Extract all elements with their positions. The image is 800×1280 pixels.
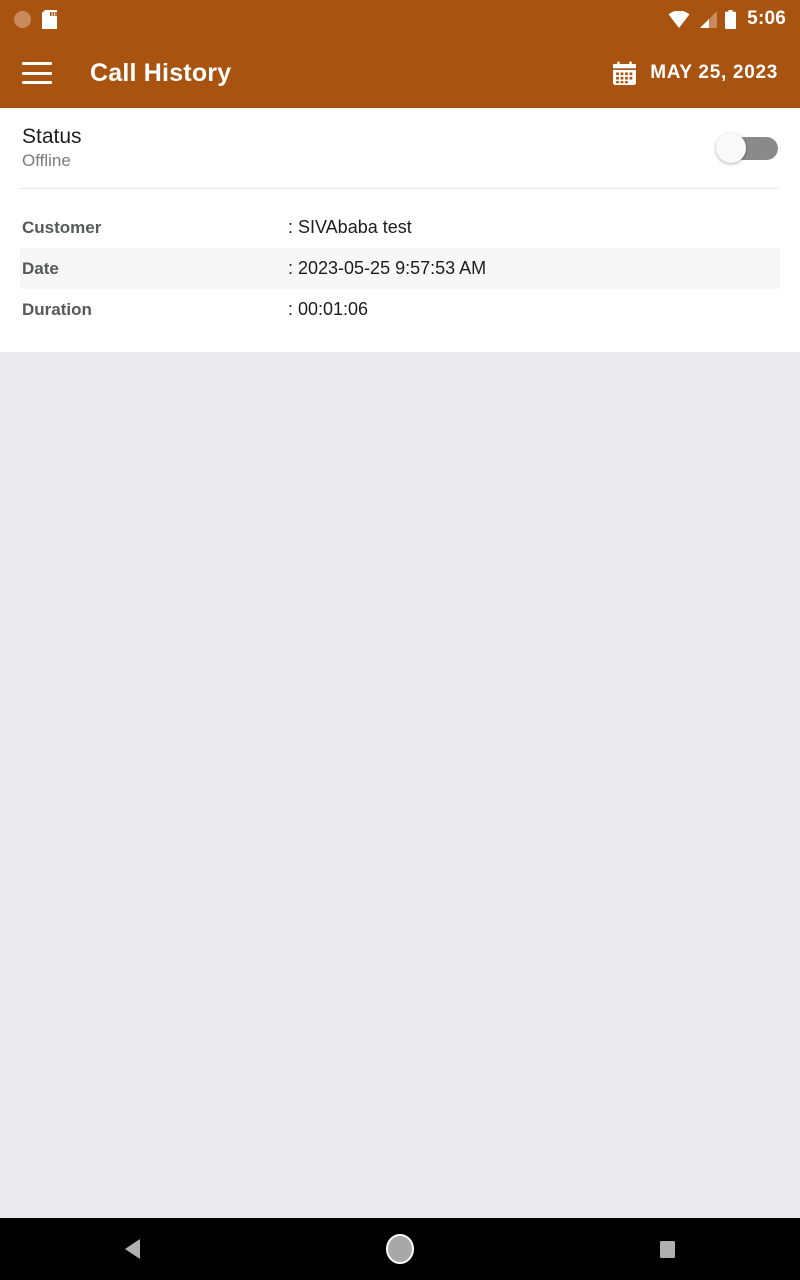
table-row: Date : 2023-05-25 9:57:53 AM — [20, 248, 780, 289]
table-row: Customer : SIVAbaba test — [20, 207, 780, 248]
status-section: Status Offline — [0, 108, 800, 188]
system-status-bar: 5:06 — [0, 0, 800, 38]
home-nav-button[interactable] — [340, 1218, 460, 1280]
status-value: Offline — [22, 151, 71, 171]
row-value: : 00:01:06 — [288, 299, 369, 319]
row-label: Date — [22, 258, 59, 278]
wifi-icon — [668, 10, 690, 28]
back-nav-button[interactable] — [73, 1218, 193, 1280]
home-nav-icon — [385, 1234, 414, 1264]
status-bar-right-icons: 5:06 — [668, 8, 786, 30]
page-title: Call History — [90, 58, 232, 87]
system-navigation-bar — [0, 1218, 800, 1280]
status-bar-clock: 5:06 — [747, 8, 786, 29]
row-label: Customer — [22, 217, 102, 237]
screen-record-circle-icon — [14, 10, 31, 28]
recents-nav-button[interactable] — [607, 1218, 727, 1280]
selected-date-label: MAY 25, 2023 — [650, 62, 778, 83]
call-details-list: Customer : SIVAbaba test Date : 2023-05-… — [0, 189, 800, 330]
hamburger-menu-icon[interactable] — [22, 62, 52, 84]
status-label: Status — [22, 125, 82, 149]
row-value: : 2023-05-25 9:57:53 AM — [288, 258, 487, 278]
empty-content-area — [0, 352, 800, 1218]
sd-card-icon — [42, 9, 57, 29]
back-nav-icon — [125, 1239, 141, 1259]
status-texts: Status Offline — [22, 125, 82, 171]
phone-screen: 5:06 Call History MAY 25, 2023 Status Of… — [0, 0, 800, 1280]
status-toggle-switch[interactable] — [716, 133, 778, 163]
battery-icon — [725, 9, 737, 29]
table-row: Duration : 00:01:06 — [20, 289, 780, 330]
toggle-thumb — [716, 133, 746, 163]
status-bar-left-icons — [14, 9, 57, 29]
cellular-signal-icon — [700, 10, 718, 28]
date-picker-button[interactable]: MAY 25, 2023 — [612, 61, 778, 86]
content-card: Status Offline Customer : SIVAbaba test … — [0, 108, 800, 352]
calendar-icon — [613, 61, 637, 85]
recents-nav-icon — [659, 1241, 675, 1258]
row-value: : SIVAbaba test — [288, 217, 412, 237]
row-label: Duration — [22, 299, 92, 319]
app-bar: Call History MAY 25, 2023 — [0, 38, 800, 108]
